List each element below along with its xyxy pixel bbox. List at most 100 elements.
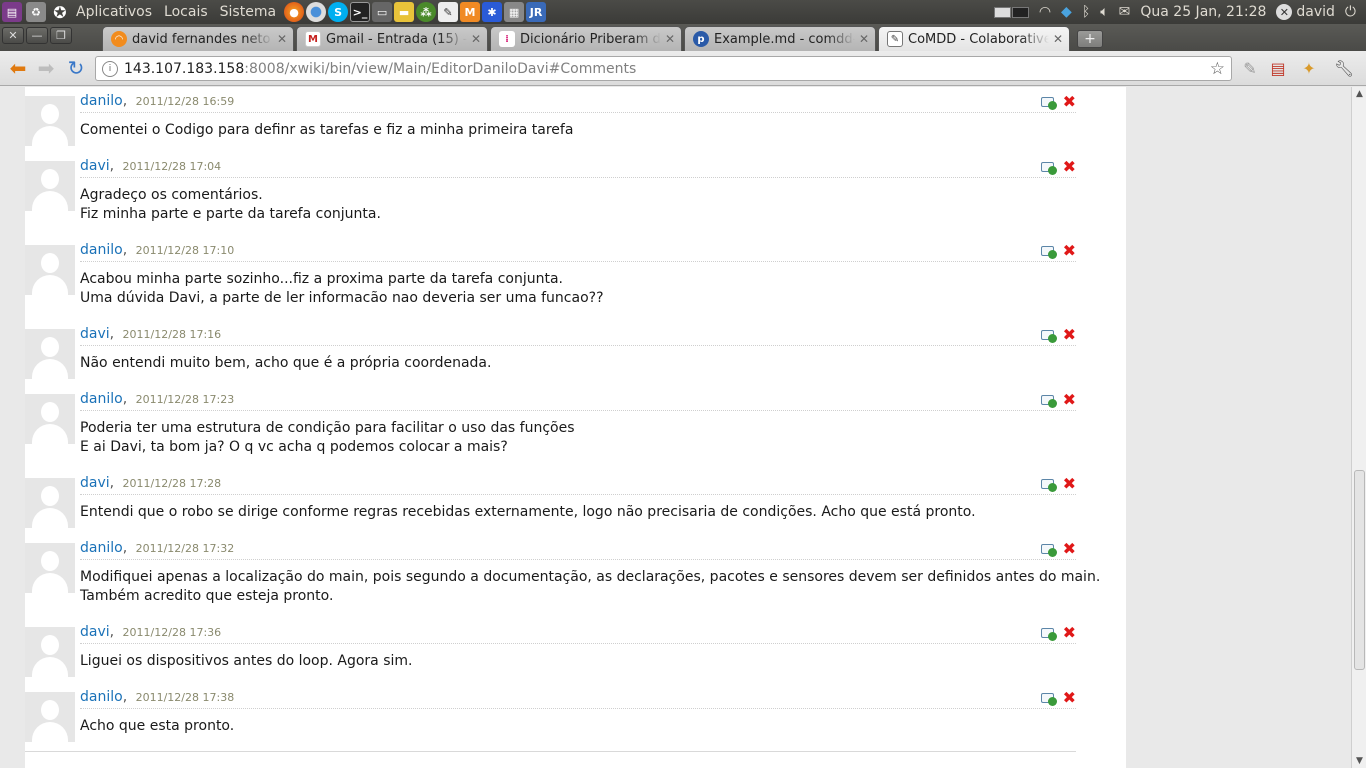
comment-author[interactable]: danilo (80, 242, 123, 258)
power-icon[interactable]: ⏻ (1345, 4, 1356, 20)
menu-aplicativos[interactable]: Aplicativos (76, 4, 152, 20)
comment-date: 2011/12/28 17:04 (122, 160, 222, 173)
reply-icon[interactable] (1040, 328, 1057, 343)
usb-icon[interactable]: ▭ (372, 2, 393, 22)
reply-icon[interactable] (1040, 691, 1057, 706)
menu-locais[interactable]: Locais (164, 4, 208, 20)
bluej-icon[interactable]: ✱ (482, 2, 503, 22)
skype-icon[interactable]: S (328, 2, 349, 22)
reply-icon[interactable] (1040, 244, 1057, 259)
tab-priberam[interactable]: ⁞ Dicionário Priberam da L ✕ (490, 26, 682, 51)
panel-user[interactable]: david (1296, 4, 1335, 20)
network-tool-icon[interactable]: ⁂ (416, 2, 437, 22)
window-minimize-button[interactable]: — (26, 27, 48, 44)
comment-author[interactable]: danilo (80, 689, 123, 705)
tab-close-icon[interactable]: ✕ (665, 32, 675, 46)
page-info-icon[interactable]: i (102, 60, 118, 77)
scroll-down-icon[interactable]: ▼ (1352, 754, 1366, 768)
address-bar[interactable]: i 143.107.183.158:8008/xwiki/bin/view/Ma… (95, 56, 1232, 81)
firefox-icon[interactable]: ● (284, 2, 305, 22)
tab-close-icon[interactable]: ✕ (277, 32, 287, 46)
comment-date: 2011/12/28 17:16 (122, 328, 222, 341)
chrome-icon[interactable] (306, 2, 327, 22)
delete-icon[interactable]: ✖ (1063, 625, 1076, 641)
reply-icon[interactable] (1040, 160, 1057, 175)
mail-icon[interactable]: ✉ (1119, 4, 1131, 20)
calculator-icon[interactable]: ▦ (504, 2, 525, 22)
reply-icon[interactable] (1040, 393, 1057, 408)
avatar (25, 96, 75, 146)
trash-icon[interactable]: ♻ (26, 2, 46, 22)
monodevelop-icon[interactable]: M (460, 2, 481, 22)
comment-author[interactable]: danilo (80, 540, 123, 556)
user-status-icon: ✕ (1276, 4, 1293, 20)
tab-title: david fernandes neto - I (132, 31, 273, 47)
workspace-switcher[interactable] (993, 6, 1029, 18)
ubuntu-logo-icon[interactable]: ✪ (50, 2, 70, 22)
comment-header: davi, 2011/12/28 17:36 ✖ (80, 623, 1076, 644)
window-maximize-button[interactable]: ❐ (50, 27, 72, 44)
tab-gmail[interactable]: M Gmail - Entrada (15) - d ✕ (296, 26, 488, 51)
delete-icon[interactable]: ✖ (1063, 690, 1076, 706)
delete-icon[interactable]: ✖ (1063, 94, 1076, 110)
tab-comdd[interactable]: ✎ CoMDD - Colaborative M ✕ (878, 26, 1070, 51)
tab-example-md[interactable]: p Example.md - comdd-e ✕ (684, 26, 876, 51)
volume-icon[interactable]: 🔈︎ (1100, 4, 1108, 20)
scroll-up-icon[interactable]: ▲ (1352, 87, 1366, 101)
comment-author[interactable]: danilo (80, 93, 123, 109)
reply-icon[interactable] (1040, 626, 1057, 641)
panel-clock[interactable]: Qua 25 Jan, 21:28 (1140, 4, 1266, 20)
delete-icon[interactable]: ✖ (1063, 243, 1076, 259)
tab-close-icon[interactable]: ✕ (859, 32, 869, 46)
comment-author[interactable]: davi (80, 158, 110, 174)
comment-line: Também acredito que esteja pronto. (80, 588, 334, 604)
page-scrollbar[interactable]: ▲ ▼ (1351, 87, 1366, 768)
window-close-button[interactable]: ✕ (2, 27, 24, 44)
tab-orkut[interactable]: ◠ david fernandes neto - I ✕ (102, 26, 294, 51)
wifi-icon[interactable]: ◠ (1039, 4, 1051, 20)
dropbox-icon[interactable]: ◆ (1061, 4, 1072, 20)
delete-icon[interactable]: ✖ (1063, 327, 1076, 343)
folder-icon[interactable]: ▬ (394, 2, 415, 22)
project-favicon-icon: p (693, 31, 709, 47)
tab-title: CoMDD - Colaborative M (908, 31, 1049, 47)
reply-icon[interactable] (1040, 95, 1057, 110)
comment-author[interactable]: danilo (80, 391, 123, 407)
comment-author[interactable]: davi (80, 326, 110, 342)
tab-close-icon[interactable]: ✕ (1053, 32, 1063, 46)
comment-author[interactable]: davi (80, 624, 110, 640)
comment-line: Fiz minha parte e parte da tarefa conjun… (80, 206, 381, 222)
comment-text: Liguei os dispositivos antes do loop. Ag… (80, 652, 1070, 671)
comment-line: Entendi que o robo se dirige conforme re… (80, 504, 976, 520)
delete-icon[interactable]: ✖ (1063, 476, 1076, 492)
menu-sistema[interactable]: Sistema (220, 4, 276, 20)
comment-author[interactable]: davi (80, 475, 110, 491)
new-tab-button[interactable]: + (1077, 30, 1103, 48)
extension-box-icon[interactable]: ✦ (1297, 57, 1321, 79)
terminal-icon[interactable]: >_ (350, 2, 371, 22)
forward-icon[interactable]: ➡ (34, 56, 58, 80)
comment-header: danilo, 2011/12/28 17:23 ✖ (80, 390, 1076, 411)
delete-icon[interactable]: ✖ (1063, 159, 1076, 175)
reply-icon[interactable] (1040, 477, 1057, 492)
reload-icon[interactable]: ↻ (64, 56, 88, 80)
delete-icon[interactable]: ✖ (1063, 541, 1076, 557)
jr-icon[interactable]: JR (526, 2, 547, 22)
avatar (25, 627, 75, 677)
comment-actions: ✖ (1040, 690, 1076, 706)
bluetooth-icon[interactable]: ᛒ (1082, 4, 1090, 20)
top-panel: ▤ ♻ ✪ Aplicativos Locais Sistema ● S >_ … (0, 0, 1366, 24)
scrollbar-thumb[interactable] (1354, 470, 1365, 670)
back-icon[interactable]: ⬅ (6, 56, 30, 80)
comment-date: 2011/12/28 17:28 (122, 477, 222, 490)
comment-line: Uma dúvida Davi, a parte de ler informac… (80, 290, 604, 306)
reply-icon[interactable] (1040, 542, 1057, 557)
text-editor-icon[interactable]: ✎ (438, 2, 459, 22)
delete-icon[interactable]: ✖ (1063, 392, 1076, 408)
page-action-icon[interactable]: ✎ (1238, 57, 1262, 79)
bookmark-star-icon[interactable]: ☆ (1210, 59, 1225, 79)
wrench-menu-icon[interactable]: 🔧︎ (1332, 57, 1356, 79)
workspace-icon[interactable]: ▤ (2, 2, 22, 22)
extension-stack-icon[interactable]: ▤ (1266, 57, 1290, 79)
tab-close-icon[interactable]: ✕ (471, 32, 481, 46)
